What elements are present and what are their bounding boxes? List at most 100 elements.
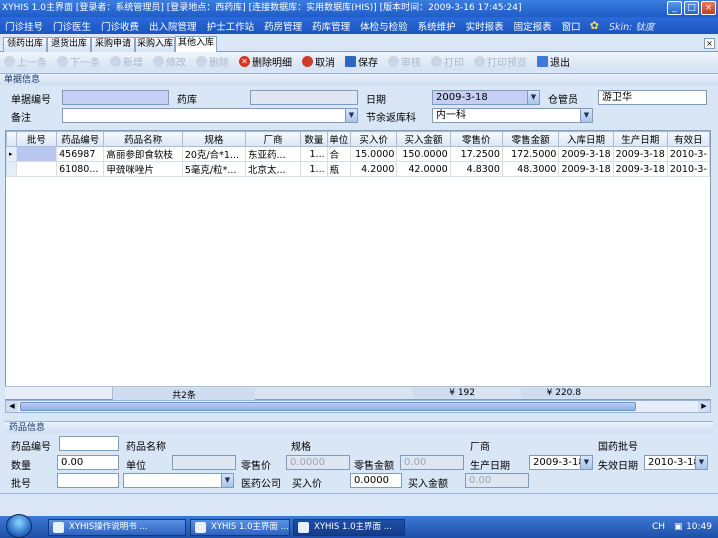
batch-field[interactable] [57, 473, 119, 488]
prod-date-picker[interactable]: 2009-3-18 ▼ [529, 455, 593, 470]
scroll-thumb[interactable] [20, 402, 636, 411]
unit-field[interactable] [172, 455, 236, 470]
menu-outpatient-doctor[interactable]: 门诊医生 [48, 19, 96, 33]
cell-maker[interactable]: 北京太... [244, 161, 302, 177]
col-retail-price[interactable]: 零售价 [449, 131, 503, 147]
print-preview-button[interactable]: 打印预览 [470, 54, 527, 69]
col-batch[interactable]: 批号 [15, 131, 58, 147]
col-maker[interactable]: 厂商 [244, 131, 302, 147]
cell-batch[interactable] [15, 161, 58, 177]
buy-amount-field[interactable]: 0.00 [465, 473, 529, 488]
buy-price-field[interactable]: 0.0000 [350, 473, 402, 488]
taskbar-task-main-1[interactable]: XYHIS 1.0主界面 ... [190, 519, 290, 536]
menu-admission[interactable]: 出入院管理 [144, 19, 202, 33]
minimize-button[interactable]: _ [667, 1, 682, 15]
tab-purchase-in[interactable]: 采购入库 [135, 37, 175, 52]
cell-qty[interactable]: 1... [300, 146, 328, 162]
add-button[interactable]: 新增 [106, 54, 143, 69]
cell-retail-price[interactable]: 17.2500 [449, 146, 503, 162]
retail-price-field[interactable]: 0.0000 [286, 455, 350, 470]
tab-close-icon[interactable]: × [704, 38, 715, 49]
batch-select[interactable]: ▼ [123, 473, 234, 488]
exp-date-picker[interactable]: 2010-3-18 ▼ [644, 455, 708, 470]
col-spec[interactable]: 规格 [181, 131, 246, 147]
tab-drug-out[interactable]: 领药出库 [3, 37, 47, 52]
col-exp-date[interactable]: 有效日 [666, 131, 710, 147]
cell-prod-date[interactable]: 2009-3-18 [612, 146, 668, 162]
cell-retail-amount[interactable]: 48.3000 [501, 161, 560, 177]
menu-outpatient-register[interactable]: 门诊挂号 [0, 19, 48, 33]
cell-qty[interactable]: 1... [300, 161, 328, 177]
col-retail-amount[interactable]: 零售金额 [501, 131, 560, 147]
maximize-button[interactable]: □ [684, 1, 699, 15]
cell-code[interactable]: 456987 [56, 146, 105, 162]
print-button[interactable]: 打印 [427, 54, 464, 69]
bill-no-field[interactable] [62, 90, 169, 105]
cell-buy-price[interactable]: 4.2000 [349, 161, 398, 177]
chevron-down-icon[interactable]: ▼ [345, 109, 357, 122]
menu-realtime-report[interactable]: 实时报表 [461, 19, 509, 33]
chevron-down-icon[interactable]: ▼ [527, 91, 539, 104]
cell-name[interactable]: 高丽参即食软枝 [103, 146, 183, 162]
cell-exp-date[interactable]: 2010-3- [666, 161, 710, 177]
menu-system[interactable]: 系统维护 [413, 19, 461, 33]
row-indicator[interactable] [6, 161, 17, 177]
exit-button[interactable]: 退出 [533, 54, 570, 69]
retail-amount-field[interactable]: 0.00 [400, 455, 464, 470]
col-prod-date[interactable]: 生产日期 [612, 131, 668, 147]
clock[interactable]: 10:49 [686, 516, 712, 538]
qty-field[interactable]: 0.00 [57, 455, 119, 470]
col-name[interactable]: 药品名称 [103, 131, 183, 147]
menu-drug-warehouse[interactable]: 药库管理 [307, 19, 355, 33]
cell-buy-amount[interactable]: 150.0000 [396, 146, 451, 162]
close-button[interactable]: × [701, 1, 716, 15]
chevron-down-icon[interactable]: ▼ [695, 456, 707, 469]
cell-in-date[interactable]: 2009-3-18 [558, 161, 614, 177]
cell-name[interactable]: 甲巯咪唑片 [103, 161, 183, 177]
col-code[interactable]: 药品编号 [56, 131, 105, 147]
horizontal-scrollbar[interactable]: ◀ ▶ [5, 400, 711, 413]
save-button[interactable]: 保存 [341, 54, 378, 69]
scroll-left-icon[interactable]: ◀ [6, 401, 18, 412]
menu-nurse-station[interactable]: 护士工作站 [202, 19, 260, 33]
scroll-right-icon[interactable]: ▶ [698, 401, 710, 412]
col-unit[interactable]: 单位 [326, 131, 351, 147]
cell-maker[interactable]: 东亚药... [244, 146, 302, 162]
warehouse-field[interactable] [250, 90, 358, 105]
cell-buy-amount[interactable]: 42.0000 [396, 161, 451, 177]
skin-label[interactable]: Skin: 钛度 [609, 19, 654, 33]
windows-start-icon[interactable] [6, 514, 32, 538]
tab-other-in[interactable]: 其他入库 [175, 36, 217, 53]
menu-outpatient-charge[interactable]: 门诊收费 [96, 19, 144, 33]
drug-code-field[interactable] [59, 436, 119, 451]
col-qty[interactable]: 数量 [300, 131, 328, 147]
date-picker[interactable]: 2009-3-18 ▼ [432, 90, 540, 105]
skin-icon[interactable]: ✿ [590, 19, 599, 32]
table-row[interactable]: 61080... 甲巯咪唑片 5毫克/粒*... 北京太... 1... 瓶 4… [6, 161, 710, 177]
audit-button[interactable]: 审核 [384, 54, 421, 69]
chevron-down-icon[interactable]: ▼ [580, 109, 592, 122]
cell-prod-date[interactable]: 2009-3-18 [612, 161, 668, 177]
cancel-button[interactable]: 取消 [298, 54, 335, 69]
next-record-button[interactable]: 下一条 [53, 54, 100, 69]
return-dept-select[interactable]: 内一科 ▼ [432, 108, 593, 123]
cell-unit[interactable]: 瓶 [326, 161, 351, 177]
remark-select[interactable]: ▼ [62, 108, 358, 123]
cell-spec[interactable]: 5毫克/粒*... [181, 161, 246, 177]
cell-spec[interactable]: 20克/合*1... [181, 146, 246, 162]
col-buy-amount[interactable]: 买入金额 [396, 131, 451, 147]
taskbar-task-manual[interactable]: XYHIS操作说明书 ... [48, 519, 186, 536]
ime-indicator[interactable]: CH [652, 516, 665, 538]
keeper-field[interactable]: 游卫华 [598, 90, 707, 105]
cell-retail-price[interactable]: 4.8300 [449, 161, 503, 177]
menu-fixed-report[interactable]: 固定报表 [509, 19, 557, 33]
tab-return-out[interactable]: 退货出库 [47, 37, 91, 52]
menu-window[interactable]: 窗口 [557, 19, 586, 33]
delete-button[interactable]: 删除 [192, 54, 229, 69]
cell-unit[interactable]: 合 [326, 146, 351, 162]
col-buy-price[interactable]: 买入价 [349, 131, 398, 147]
menu-exam-lab[interactable]: 体检与检验 [355, 19, 413, 33]
edit-button[interactable]: 修改 [149, 54, 186, 69]
cell-code[interactable]: 61080... [56, 161, 105, 177]
delete-detail-button[interactable]: ✕ 删除明细 [235, 54, 292, 69]
